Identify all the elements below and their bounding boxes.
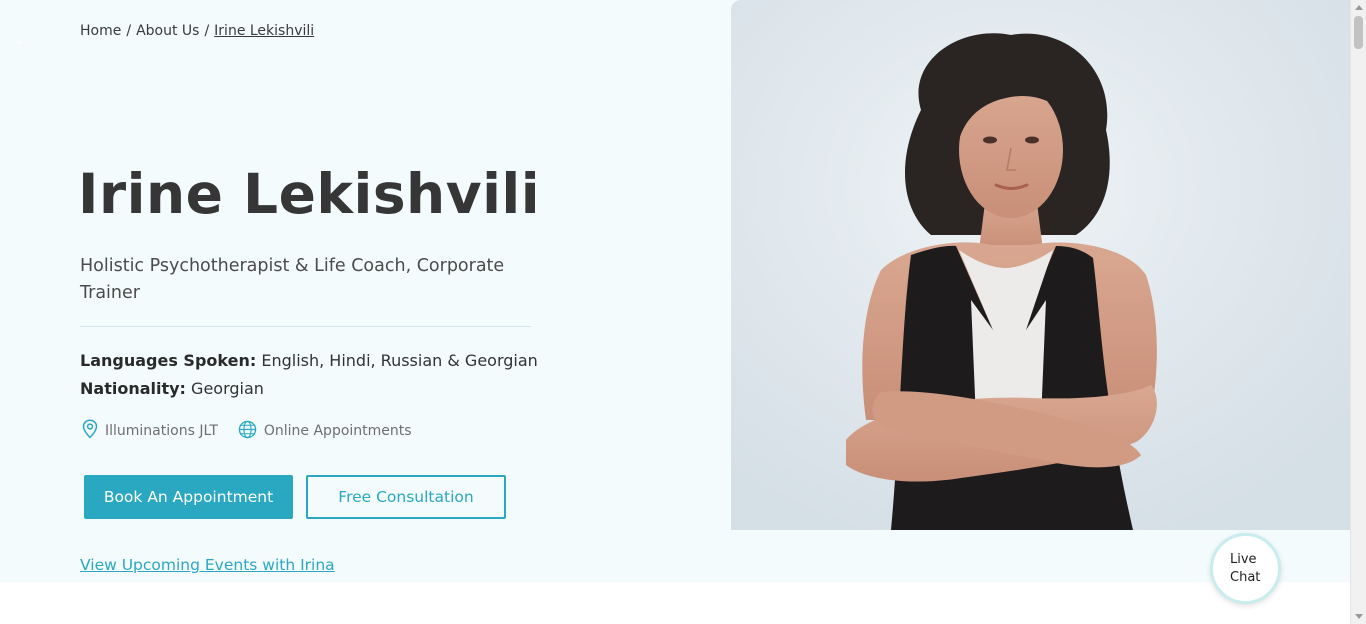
live-chat-button[interactable]: Live Chat (1210, 533, 1281, 604)
profile-name: Irine Lekishvili (78, 162, 541, 226)
appointment-mode-item: Online Appointments (238, 420, 412, 443)
breadcrumb-about[interactable]: About Us (136, 23, 199, 39)
map-pin-icon (82, 419, 105, 443)
live-chat-label-line2: Chat (1230, 569, 1261, 585)
breadcrumb: Home / About Us / Irine Lekishvili (80, 23, 314, 39)
breadcrumb-current[interactable]: Irine Lekishvili (214, 23, 314, 39)
globe-icon (238, 420, 264, 443)
appointment-mode-label: Online Appointments (263, 423, 412, 439)
breadcrumb-separator: / (126, 23, 132, 39)
nationality-label: Nationality: (80, 379, 186, 398)
breadcrumb-home[interactable]: Home (80, 23, 121, 39)
location-item: Illuminations JLT (82, 419, 218, 443)
nationality-value: Georgian (191, 379, 264, 398)
breadcrumb-separator: / (204, 23, 210, 39)
languages-label: Languages Spoken: (80, 351, 257, 370)
hero-section: « Home / About Us / Irine Lekishvili Iri… (0, 0, 1351, 582)
live-chat-label-line1: Live (1230, 551, 1257, 567)
scroll-down-icon[interactable] (1355, 614, 1363, 619)
scrollbar-thumb[interactable] (1354, 16, 1363, 49)
book-appointment-button[interactable]: Book An Appointment (84, 475, 293, 519)
languages-value: English, Hindi, Russian & Georgian (261, 351, 538, 370)
scroll-up-icon[interactable] (1355, 5, 1363, 10)
profile-title: Holistic Psychotherapist & Life Coach, C… (80, 256, 505, 303)
corner-mark: « (16, 38, 21, 48)
location-label: Illuminations JLT (105, 423, 218, 439)
profile-photo (731, 0, 1351, 530)
nationality-row: Nationality: Georgian (80, 379, 264, 398)
page-scrollbar[interactable] (1350, 0, 1366, 624)
upcoming-events-link[interactable]: View Upcoming Events with Irina (80, 556, 335, 574)
languages-row: Languages Spoken: English, Hindi, Russia… (80, 351, 538, 370)
divider (80, 326, 531, 327)
free-consultation-button[interactable]: Free Consultation (306, 475, 506, 519)
profile-meta: Illuminations JLT Online Appointments (82, 419, 432, 443)
